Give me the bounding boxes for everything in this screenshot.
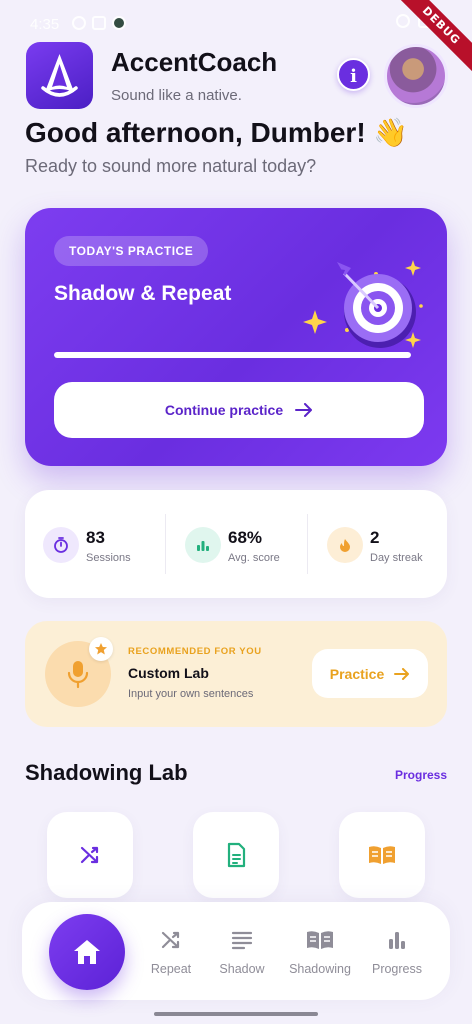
star-icon: [89, 637, 113, 661]
avatar[interactable]: [384, 44, 448, 108]
app-logo: [26, 42, 93, 109]
logo-icon: [41, 54, 78, 97]
recommended-title: Custom Lab: [128, 665, 209, 681]
bar-chart-icon: [389, 932, 405, 949]
shuffle-icon: [80, 846, 99, 864]
stat-value: 83: [86, 528, 105, 547]
stat-sessions: 83 Sessions: [25, 490, 165, 598]
recommended-subtitle: Input your own sentences: [128, 688, 254, 700]
section-title: Shadowing Lab: [25, 760, 188, 785]
greeting-subtitle: Ready to sound more natural today?: [25, 156, 317, 176]
home-indicator: [154, 1012, 318, 1016]
lab-tile-repeat[interactable]: [47, 812, 133, 898]
app-name: AccentCoach: [111, 47, 278, 77]
arrow-right-icon: [295, 403, 313, 417]
practice-badge: TODAY'S PRACTICE: [54, 236, 209, 266]
target-icon: [303, 260, 423, 348]
stat-label: Sessions: [86, 552, 131, 564]
book-icon: [307, 931, 333, 949]
whatsapp-icon: [72, 16, 86, 30]
practice-progress-bar: [54, 352, 411, 358]
stat-label: Day streak: [370, 552, 423, 564]
lab-tile-shadowing[interactable]: [339, 812, 425, 898]
greeting-title: Good afternoon, Dumber! 👋: [25, 117, 409, 148]
arrow-right-icon: [394, 667, 410, 680]
recommended-eyebrow: RECOMMENDED FOR YOU: [128, 646, 262, 657]
nav-label: Shadowing: [289, 962, 351, 976]
stat-value: 2: [370, 528, 380, 547]
recommended-card[interactable]: RECOMMENDED FOR YOU Custom Lab Input you…: [25, 621, 447, 727]
stat-avg-score: 68% Avg. score: [167, 490, 307, 598]
shuffle-icon: [161, 931, 180, 949]
home-icon: [74, 940, 100, 964]
nav-item-repeat[interactable]: Repeat: [136, 928, 206, 976]
continue-practice-label: Continue practice: [164, 402, 284, 418]
app-notification-icon: [112, 16, 126, 30]
stat-label: Avg. score: [228, 552, 280, 564]
progress-link[interactable]: Progress: [395, 768, 447, 782]
divider: [165, 514, 166, 574]
document-icon: [227, 842, 246, 868]
status-time: 4:35: [30, 16, 60, 33]
practice-button-label: Practice: [329, 665, 385, 682]
nav-item-shadow[interactable]: Shadow: [207, 928, 277, 976]
camera-icon: [92, 16, 106, 30]
timer-icon: [43, 527, 79, 563]
nav-label: Shadow: [219, 962, 265, 976]
lab-tile-shadow[interactable]: [193, 812, 279, 898]
continue-practice-button[interactable]: Continue practice: [54, 382, 424, 438]
nav-item-shadowing[interactable]: Shadowing: [285, 928, 355, 976]
stats-card: 83 Sessions 68% Avg. score 2 Day streak: [25, 490, 447, 598]
app-tagline: Sound like a native.: [111, 87, 242, 104]
practice-progress-fill: [54, 352, 411, 358]
wifi-icon: [396, 14, 410, 28]
nav-item-progress[interactable]: Progress: [362, 928, 432, 976]
todays-practice-card[interactable]: TODAY'S PRACTICE Shadow & Repeat Continu…: [25, 208, 447, 466]
stat-value: 68%: [228, 528, 263, 547]
fire-icon: [327, 527, 363, 563]
nav-label: Progress: [371, 962, 423, 976]
notification-icons: [72, 16, 126, 30]
bar-chart-icon: [185, 527, 221, 563]
divider: [307, 514, 308, 574]
notes-icon: [231, 931, 253, 950]
book-icon: [369, 846, 395, 864]
bottom-navigation: Repeat Shadow Shadowing Progress: [22, 902, 450, 1000]
practice-button[interactable]: Practice: [312, 649, 428, 698]
practice-title: Shadow & Repeat: [54, 282, 232, 305]
nav-label: Repeat: [150, 962, 192, 976]
info-button[interactable]: i: [337, 58, 370, 91]
home-button[interactable]: [49, 914, 125, 990]
stat-day-streak: 2 Day streak: [309, 490, 449, 598]
